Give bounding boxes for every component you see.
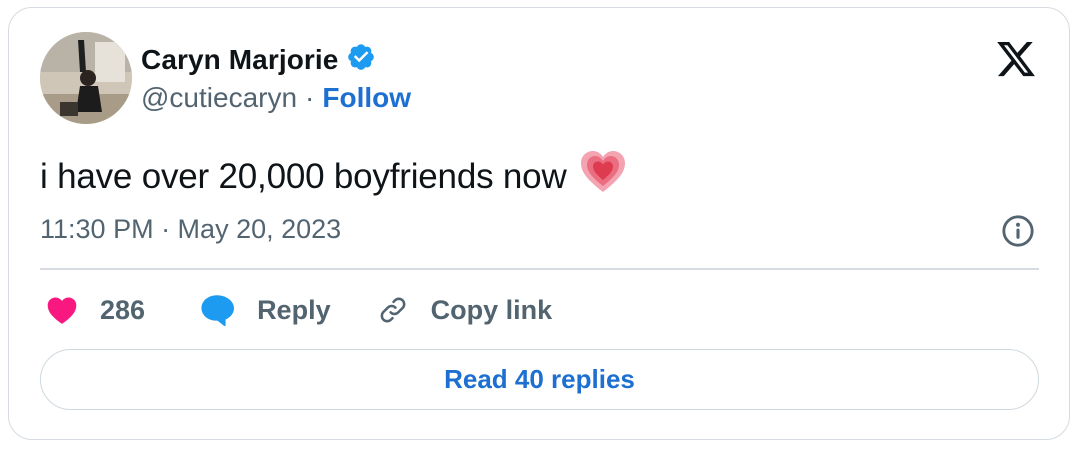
speech-bubble-icon <box>199 293 235 327</box>
reply-button[interactable]: Reply <box>199 293 331 327</box>
divider <box>40 268 1039 270</box>
like-count: 286 <box>100 294 146 325</box>
like-button[interactable]: 286 <box>45 295 145 326</box>
heart-icon <box>45 295 79 325</box>
author-handle-row: @cutiecaryn · Follow <box>141 82 411 114</box>
author-display-name[interactable]: Caryn Marjorie <box>141 44 338 76</box>
reply-label: Reply <box>257 294 331 325</box>
tweet-text: i have over 20,000 boyfriends now <box>40 156 567 196</box>
avatar[interactable] <box>40 32 132 124</box>
x-logo-icon[interactable] <box>995 38 1037 80</box>
author-name-row: Caryn Marjorie <box>141 42 376 77</box>
read-replies-label: Read 40 replies <box>444 364 635 394</box>
action-bar: 286 Reply Copy link <box>45 290 552 330</box>
read-replies-button[interactable]: Read 40 replies <box>40 349 1039 410</box>
tweet-card: Caryn Marjorie @cutiecaryn · Follow i ha… <box>8 7 1070 440</box>
heart-emoji-icon <box>579 150 627 203</box>
copy-link-label: Copy link <box>430 294 553 325</box>
tweet-text-row: i have over 20,000 boyfriends now <box>40 150 627 203</box>
verified-badge-icon <box>346 42 376 77</box>
follow-button[interactable]: Follow <box>322 82 411 114</box>
info-icon[interactable] <box>1001 214 1035 248</box>
copy-link-button[interactable]: Copy link <box>377 294 553 326</box>
author-handle[interactable]: @cutiecaryn <box>141 82 297 114</box>
link-icon <box>377 294 409 326</box>
tweet-timestamp[interactable]: 11:30 PM · May 20, 2023 <box>40 214 341 245</box>
separator-dot: · <box>305 82 315 113</box>
